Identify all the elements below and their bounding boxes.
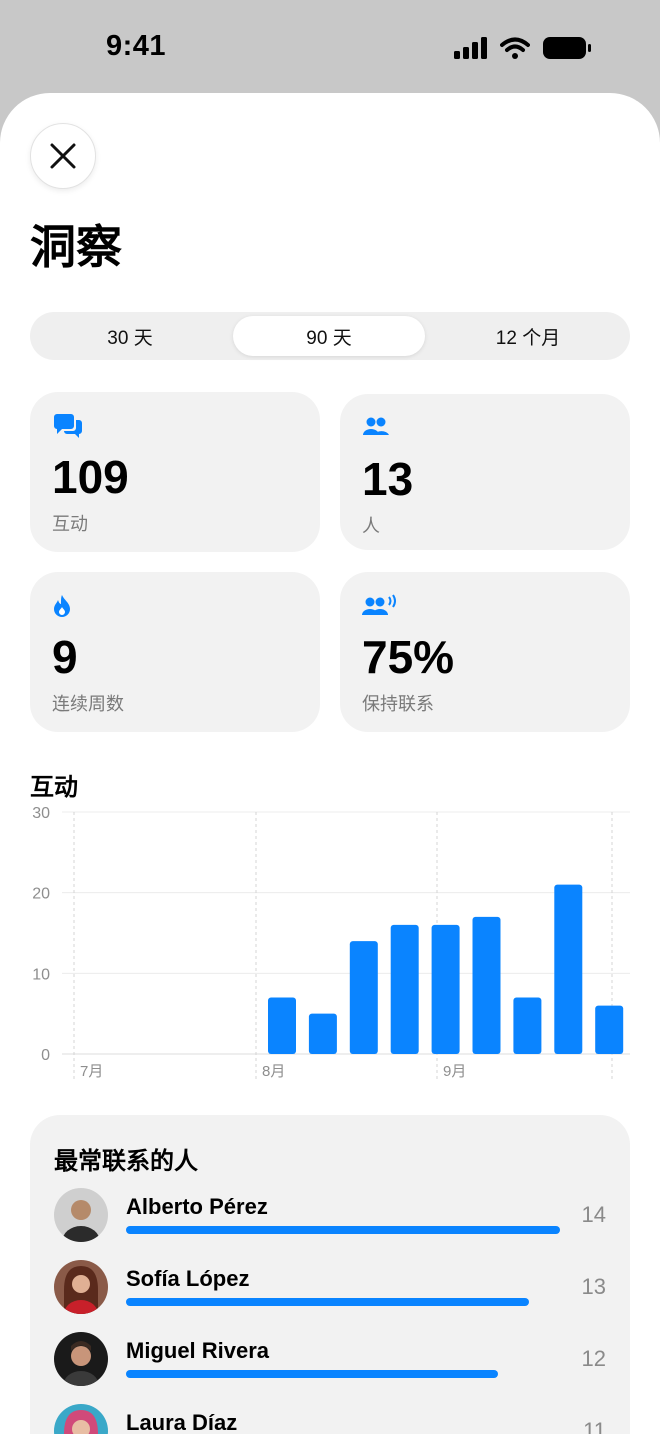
chart-bar <box>268 997 296 1054</box>
avatar <box>54 1188 108 1242</box>
people-broadcast-icon <box>362 594 396 615</box>
chart-bar <box>349 941 378 1054</box>
chart-bar <box>554 884 583 1054</box>
stat-card-interactions: 109 互动 <box>30 392 320 552</box>
chart-bar <box>431 924 460 1054</box>
chat-bubbles-icon <box>54 414 82 438</box>
chart-bar <box>308 1013 337 1054</box>
contact-share-bar <box>126 1298 529 1306</box>
x-tick-label: 9月 <box>443 1063 466 1080</box>
contact-count: 13 <box>581 1274 606 1299</box>
contact-count: 14 <box>581 1202 606 1227</box>
top-contacts-title: 最常联系的人 <box>54 1148 198 1175</box>
avatar <box>54 1404 108 1434</box>
chart-bar <box>513 997 542 1054</box>
status-bar: 9:41 <box>0 0 660 93</box>
contact-name: Laura Díaz <box>126 1410 238 1434</box>
interactions-bar-chart: 30 20 10 0 7月 8月 9月 <box>32 805 630 1080</box>
stat-value: 9 <box>52 631 78 683</box>
contact-row[interactable]: Laura Díaz 11 <box>30 1404 630 1434</box>
insights-sheet: 洞察 30 天 90 天 12 个月 109 互动 13 人 9 连续周数 75… <box>0 93 660 1434</box>
stat-label: 连续周数 <box>52 694 124 714</box>
flame-icon <box>54 595 70 617</box>
close-icon <box>50 143 76 169</box>
chart-bar <box>595 1005 624 1054</box>
contact-count: 12 <box>581 1346 606 1371</box>
avatar <box>54 1332 108 1386</box>
stat-label: 人 <box>362 516 380 536</box>
y-tick-label: 0 <box>41 1047 50 1064</box>
stat-label: 保持联系 <box>362 694 434 714</box>
stat-value: 13 <box>362 453 414 505</box>
battery-icon <box>543 37 591 59</box>
stat-card-people: 13 人 <box>340 394 630 550</box>
stat-value: 75% <box>362 631 455 683</box>
people-icon <box>363 417 389 435</box>
contact-name: Miguel Rivera <box>126 1338 270 1363</box>
stat-card-streak: 9 连续周数 <box>30 572 320 732</box>
y-tick-label: 10 <box>32 966 50 983</box>
x-tick-label: 8月 <box>262 1063 285 1080</box>
wifi-icon <box>500 37 530 59</box>
contact-row[interactable]: Alberto Pérez 14 <box>30 1188 630 1248</box>
contact-count: 11 <box>583 1418 606 1434</box>
segment-30-days[interactable]: 30 天 <box>34 316 226 356</box>
cellular-signal-icon <box>454 37 487 59</box>
contact-name: Sofía López <box>126 1266 250 1291</box>
period-segmented-control: 30 天 90 天 12 个月 <box>30 312 630 360</box>
avatar <box>54 1260 108 1314</box>
segment-90-days[interactable]: 90 天 <box>233 316 425 356</box>
close-button[interactable] <box>30 123 96 189</box>
top-contacts-card: 最常联系的人 Alberto Pérez 14 Sofía López 13 M… <box>30 1115 630 1434</box>
status-icons <box>454 36 592 60</box>
y-tick-label: 20 <box>32 886 50 903</box>
segment-12-months[interactable]: 12 个月 <box>432 316 624 356</box>
contact-share-bar <box>126 1370 498 1378</box>
chart-bar <box>472 916 501 1054</box>
page-title: 洞察 <box>30 221 122 273</box>
chart-bar <box>390 924 419 1054</box>
contact-name: Alberto Pérez <box>126 1194 268 1219</box>
stat-label: 互动 <box>52 514 88 534</box>
y-tick-label: 30 <box>32 805 50 822</box>
contact-row[interactable]: Miguel Rivera 12 <box>30 1332 630 1392</box>
contact-share-bar <box>126 1226 560 1234</box>
stat-card-in-touch: 75% 保持联系 <box>340 572 630 732</box>
status-time: 9:41 <box>106 30 167 62</box>
stat-value: 109 <box>52 451 129 503</box>
contact-row[interactable]: Sofía López 13 <box>30 1260 630 1320</box>
x-tick-label: 7月 <box>80 1063 103 1080</box>
